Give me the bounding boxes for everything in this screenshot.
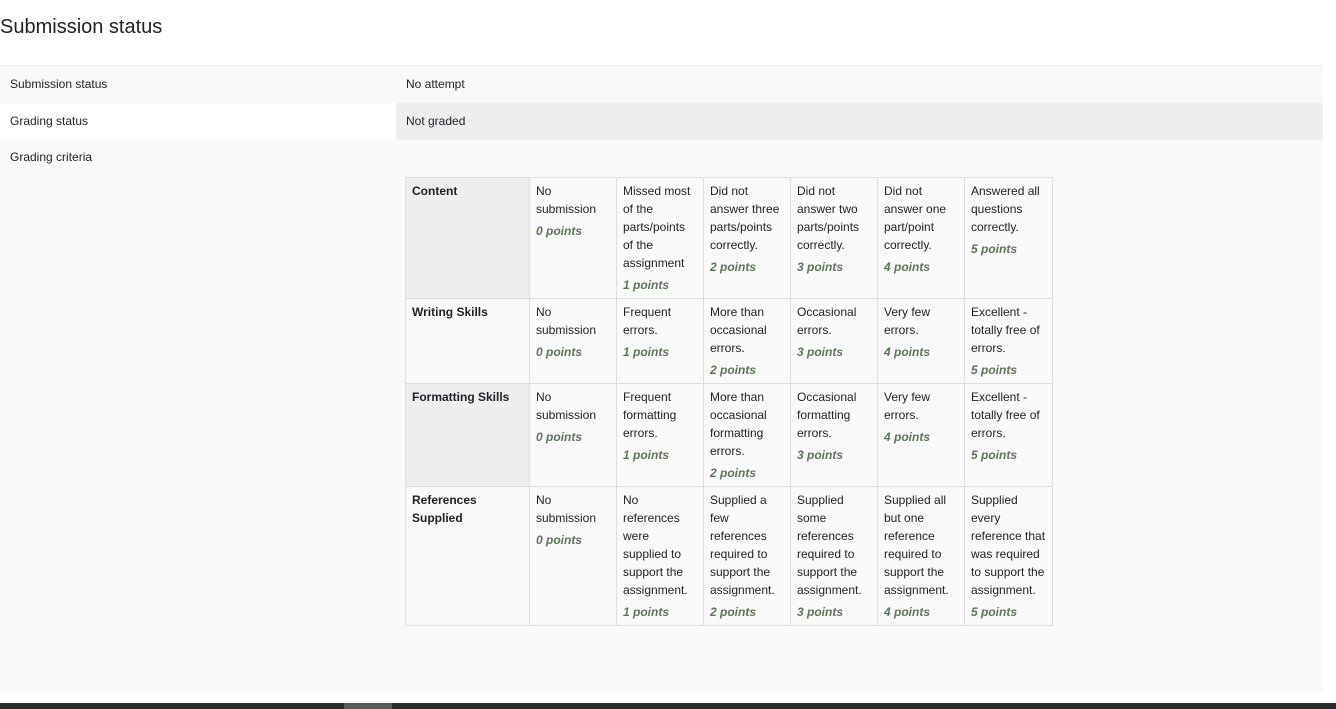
- rubric-level: Did not answer three parts/points correc…: [703, 177, 791, 299]
- level-points: 4 points: [884, 260, 931, 274]
- level-description: Frequent errors.: [623, 305, 672, 337]
- rubric-level: Did not answer two parts/points correctl…: [790, 177, 878, 299]
- rubric-level: Very few errors. 4 points: [877, 298, 965, 384]
- level-points: 3 points: [797, 605, 844, 619]
- level-description: Occasional formatting errors.: [797, 390, 857, 440]
- bottom-bar: [0, 703, 1336, 709]
- level-points: 3 points: [797, 448, 844, 462]
- level-description: No submission: [536, 493, 597, 525]
- level-description: Answered all questions correctly.: [971, 184, 1040, 234]
- level-description: Missed most of the parts/points of the a…: [623, 184, 691, 270]
- level-description: Excellent - totally free of errors.: [971, 390, 1040, 440]
- level-points: 2 points: [710, 260, 757, 274]
- level-description: No submission: [536, 305, 597, 337]
- level-points: 4 points: [884, 605, 931, 619]
- criterion-name: Formatting Skills: [405, 383, 530, 487]
- submission-status-value: No attempt: [396, 65, 1323, 103]
- level-points: 1 points: [623, 278, 670, 292]
- rubric-level: Occasional formatting errors. 3 points: [790, 383, 878, 487]
- submission-status-table: Submission status No attempt Grading sta…: [0, 65, 1323, 692]
- level-description: Very few errors.: [884, 390, 931, 422]
- rubric-level: No references were supplied to support t…: [616, 486, 704, 626]
- level-points: 5 points: [971, 242, 1018, 256]
- rubric-level: Excellent - totally free of errors. 5 poi…: [964, 298, 1053, 384]
- rubric-criterion-row: Writing Skills No submission 0 points Fre…: [405, 298, 1053, 384]
- rubric-level: No submission 0 points: [529, 486, 617, 626]
- level-points: 4 points: [884, 345, 931, 359]
- rubric-level: Excellent - totally free of errors. 5 poi…: [964, 383, 1053, 487]
- level-description: Supplied every reference that was requir…: [971, 493, 1046, 597]
- rubric-level: Occasional errors. 3 points: [790, 298, 878, 384]
- level-description: Supplied a few references required to su…: [710, 493, 775, 597]
- level-description: Did not answer one part/point correctly.: [884, 184, 947, 252]
- rubric-level: No submission 0 points: [529, 298, 617, 384]
- level-description: No submission: [536, 390, 597, 422]
- rubric-level: More than occasional formatting errors. 2…: [703, 383, 791, 487]
- level-points: 0 points: [536, 533, 583, 547]
- level-description: More than occasional formatting errors.: [710, 390, 767, 458]
- rubric-level: More than occasional errors. 2 points: [703, 298, 791, 384]
- level-points: 5 points: [971, 363, 1018, 377]
- level-points: 3 points: [797, 345, 844, 359]
- rubric-level: Supplied all but one reference required …: [877, 486, 965, 626]
- level-points: 5 points: [971, 605, 1018, 619]
- rubric-level: Frequent formatting errors. 1 points: [616, 383, 704, 487]
- rubric-level: Answered all questions correctly. 5 point…: [964, 177, 1053, 299]
- rubric-level: Supplied some references required to sup…: [790, 486, 878, 626]
- level-description: No references were supplied to support t…: [623, 493, 688, 597]
- criterion-name: References Supplied: [405, 486, 530, 626]
- level-description: No submission: [536, 184, 597, 216]
- page-title: Submission status: [0, 16, 163, 38]
- level-description: Excellent - totally free of errors.: [971, 305, 1040, 355]
- criterion-name: Writing Skills: [405, 298, 530, 384]
- level-points: 0 points: [536, 430, 583, 444]
- level-points: 5 points: [971, 448, 1018, 462]
- criterion-name: Content: [405, 177, 530, 299]
- rubric-criterion-row: References Supplied No submission 0 point…: [405, 486, 1053, 626]
- rubric-level: Missed most of the parts/points of the a…: [616, 177, 704, 299]
- page-edge: [1323, 0, 1336, 703]
- level-description: Frequent formatting errors.: [623, 390, 677, 440]
- level-points: 1 points: [623, 448, 670, 462]
- grading-criteria-row: Grading criteria Content No submission 0 …: [0, 140, 1323, 692]
- rubric-level: Supplied every reference that was requir…: [964, 486, 1053, 626]
- level-points: 2 points: [710, 605, 757, 619]
- level-points: 2 points: [710, 466, 757, 480]
- level-description: Very few errors.: [884, 305, 931, 337]
- level-description: Supplied some references required to sup…: [797, 493, 862, 597]
- level-description: Did not answer three parts/points correc…: [710, 184, 780, 252]
- level-points: 3 points: [797, 260, 844, 274]
- level-description: Did not answer two parts/points correctl…: [797, 184, 860, 252]
- rubric-level: Very few errors. 4 points: [877, 383, 965, 487]
- level-description: Supplied all but one reference required …: [884, 493, 949, 597]
- level-points: 1 points: [623, 345, 670, 359]
- rubric-table: Content No submission 0 points Missed mos…: [405, 177, 1053, 626]
- rubric-level: No submission 0 points: [529, 383, 617, 487]
- rubric-level: Frequent errors. 1 points: [616, 298, 704, 384]
- rubric-level: No submission 0 points: [529, 177, 617, 299]
- bottom-bar-highlight: [344, 703, 392, 709]
- grading-criteria-label: Grading criteria: [0, 140, 396, 692]
- rubric-level: Did not answer one part/point correctly.…: [877, 177, 965, 299]
- rubric-criterion-row: Formatting Skills No submission 0 points …: [405, 383, 1053, 487]
- grading-status-row: Grading status Not graded: [0, 103, 1323, 140]
- grading-status-label: Grading status: [0, 103, 396, 140]
- level-points: 4 points: [884, 430, 931, 444]
- level-points: 2 points: [710, 363, 757, 377]
- grading-criteria-cell: Content No submission 0 points Missed mos…: [396, 140, 1323, 692]
- rubric-criterion-row: Content No submission 0 points Missed mos…: [405, 177, 1053, 299]
- rubric-level: Supplied a few references required to su…: [703, 486, 791, 626]
- level-points: 1 points: [623, 605, 670, 619]
- submission-status-row: Submission status No attempt: [0, 65, 1323, 103]
- level-points: 0 points: [536, 345, 583, 359]
- level-points: 0 points: [536, 224, 583, 238]
- grading-status-value: Not graded: [396, 103, 1323, 140]
- submission-status-label: Submission status: [0, 65, 396, 103]
- level-description: Occasional errors.: [797, 305, 857, 337]
- level-description: More than occasional errors.: [710, 305, 767, 355]
